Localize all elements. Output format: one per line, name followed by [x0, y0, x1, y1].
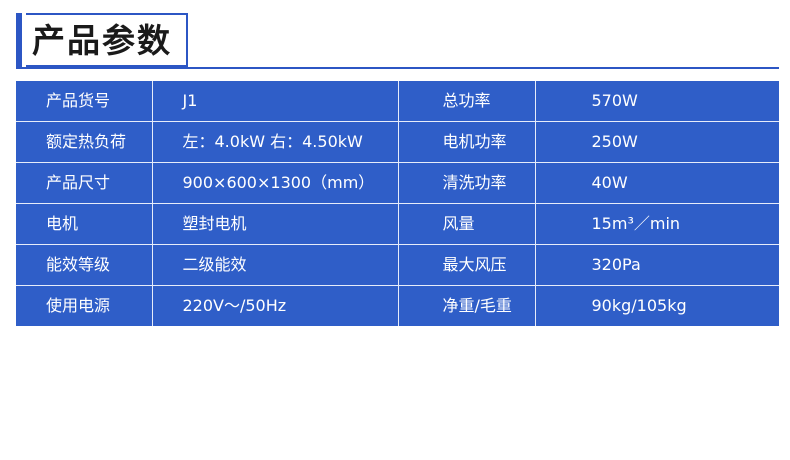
- param-label: 产品货号: [16, 81, 153, 122]
- title-accent-bar: [16, 13, 22, 67]
- param-value: 二级能效: [151, 244, 399, 286]
- param-value: 90kg/105kg: [534, 285, 779, 326]
- table-row: 产品尺寸 900×600×1300（mm） 清洗功率 40W: [16, 162, 779, 204]
- param-value: 40W: [534, 162, 779, 204]
- param-label: 风量: [397, 203, 536, 245]
- param-label: 最大风压: [397, 244, 536, 286]
- param-value: 220V～/50Hz: [151, 285, 399, 326]
- param-label: 净重/毛重: [397, 285, 536, 326]
- table-row: 额定热负荷 左：4.0kW 右：4.50kW 电机功率 250W: [16, 121, 779, 163]
- param-label: 总功率: [397, 81, 536, 122]
- table-row: 电机 塑封电机 风量 15m³／min: [16, 203, 779, 245]
- param-value: 320Pa: [534, 244, 779, 286]
- param-label: 电机功率: [397, 121, 536, 163]
- param-value: 塑封电机: [151, 203, 399, 245]
- param-value: 左：4.0kW 右：4.50kW: [151, 121, 399, 163]
- param-label: 电机: [16, 203, 153, 245]
- param-value: 250W: [534, 121, 779, 163]
- table-row: 产品货号 J1 总功率 570W: [16, 81, 779, 122]
- param-value: J1: [151, 81, 399, 122]
- param-value: 15m³／min: [534, 203, 779, 245]
- param-label: 清洗功率: [397, 162, 536, 204]
- page-title: 产品参数: [32, 20, 172, 60]
- table-row: 能效等级 二级能效 最大风压 320Pa: [16, 244, 779, 286]
- table-row: 使用电源 220V～/50Hz 净重/毛重 90kg/105kg: [16, 285, 779, 326]
- section-title: 产品参数: [16, 13, 188, 67]
- title-box: 产品参数: [26, 13, 188, 67]
- param-label: 能效等级: [16, 244, 153, 286]
- param-label: 使用电源: [16, 285, 153, 326]
- param-value: 570W: [534, 81, 779, 122]
- param-value: 900×600×1300（mm）: [151, 162, 399, 204]
- param-label: 产品尺寸: [16, 162, 153, 204]
- title-divider: [16, 67, 779, 69]
- parameter-table: 产品货号 J1 总功率 570W 额定热负荷 左：4.0kW 右：4.50kW …: [16, 81, 779, 326]
- param-label: 额定热负荷: [16, 121, 153, 163]
